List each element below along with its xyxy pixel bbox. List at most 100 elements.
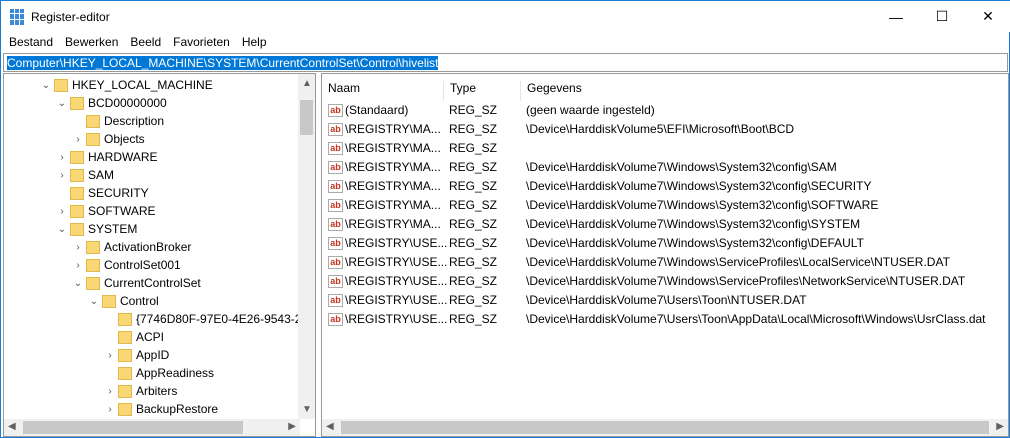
value-row[interactable]: ab \REGISTRY\MA... REG_SZ \Device\HarddiskV… — [322, 176, 1008, 195]
tree-item[interactable]: › BackupRestore — [104, 400, 218, 418]
tree-item[interactable]: ⌄ SYSTEM — [56, 220, 138, 238]
chevron-down-icon[interactable]: ⌄ — [56, 98, 68, 109]
chevron-right-icon[interactable]: › — [56, 170, 68, 181]
tree-horizontal-scrollbar[interactable]: ◀ ▶ — [4, 419, 300, 436]
value-type: REG_SZ — [449, 217, 498, 231]
value-row[interactable]: ab \REGISTRY\USE... REG_SZ \Device\Harddisk… — [322, 290, 1008, 309]
value-data: \Device\HarddiskVolume7\Windows\System32… — [526, 179, 872, 193]
value-data: \Device\HarddiskVolume7\Windows\System32… — [526, 217, 861, 231]
scroll-right-icon[interactable]: ▶ — [996, 421, 1004, 432]
value-row[interactable]: ab \REGISTRY\MA... REG_SZ \Device\HarddiskV… — [322, 195, 1008, 214]
minimize-button[interactable]: — — [873, 1, 919, 32]
column-gegevens[interactable]: Gegevens — [520, 81, 582, 101]
tree-item[interactable]: {7746D80F-97E0-4E26-9543-26B41FC22F79} — [104, 310, 315, 328]
value-data: \Device\HarddiskVolume7\Users\Toon\NTUSE… — [526, 293, 807, 307]
chevron-right-icon[interactable]: › — [56, 152, 68, 163]
tree-item[interactable]: AppReadiness — [104, 364, 214, 382]
menu-bar: Bestand Bewerken Beeld Favorieten Help — [1, 32, 1010, 52]
value-name: \REGISTRY\USE... — [345, 312, 448, 326]
chevron-down-icon[interactable]: ⌄ — [88, 296, 100, 307]
value-row[interactable]: ab \REGISTRY\MA... REG_SZ \Device\HarddiskV… — [322, 214, 1008, 233]
maximize-button[interactable]: ☐ — [919, 1, 965, 32]
value-row[interactable]: ab \REGISTRY\MA... REG_SZ \Device\HarddiskV… — [322, 119, 1008, 138]
value-row[interactable]: ab \REGISTRY\USE... REG_SZ \Device\Harddisk… — [322, 309, 1008, 328]
tree-item-label: HKEY_LOCAL_MACHINE — [72, 78, 213, 92]
chevron-right-icon[interactable]: › — [72, 260, 84, 271]
value-row[interactable]: ab \REGISTRY\USE... REG_SZ \Device\Harddisk… — [322, 252, 1008, 271]
chevron-right-icon[interactable]: › — [104, 386, 116, 397]
scroll-left-icon[interactable]: ◀ — [8, 421, 16, 432]
tree-item[interactable]: ⌄ CurrentControlSet — [72, 274, 201, 292]
tree-item[interactable]: › ControlSet001 — [72, 256, 180, 274]
tree-item-label: SECURITY — [88, 186, 149, 200]
folder-icon — [118, 366, 132, 380]
value-row[interactable]: ab (Standaard) REG_SZ (geen waarde ingestel… — [322, 100, 1008, 119]
value-name: (Standaard) — [345, 103, 409, 117]
menu-bestand[interactable]: Bestand — [3, 35, 59, 49]
tree-item[interactable]: ACPI — [104, 328, 164, 346]
chevron-right-icon[interactable]: › — [104, 350, 116, 361]
scroll-right-icon[interactable]: ▶ — [288, 421, 296, 432]
tree-item[interactable]: SECURITY — [56, 184, 149, 202]
scroll-down-icon[interactable]: ▼ — [302, 404, 312, 415]
chevron-right-icon[interactable]: › — [56, 206, 68, 217]
menu-help[interactable]: Help — [236, 35, 273, 49]
string-value-icon: ab — [328, 123, 343, 137]
tree-vertical-scrollbar[interactable]: ▲ ▼ — [298, 74, 315, 419]
chevron-right-icon[interactable]: › — [72, 242, 84, 253]
scroll-thumb[interactable] — [300, 100, 313, 135]
tree-item[interactable]: ⌄ Control — [88, 292, 159, 310]
scroll-up-icon[interactable]: ▲ — [302, 78, 312, 89]
value-data: \Device\HarddiskVolume7\Windows\ServiceP… — [526, 274, 966, 288]
string-value-icon: ab — [328, 104, 343, 118]
chevron-down-icon[interactable]: ⌄ — [40, 80, 52, 91]
chevron-right-icon[interactable]: › — [72, 134, 84, 145]
close-button[interactable]: ✕ — [965, 1, 1010, 32]
chevron-right-icon[interactable]: › — [104, 404, 116, 415]
column-naam[interactable]: Naam — [322, 81, 360, 101]
tree-item-label: AppID — [136, 348, 170, 362]
string-value-icon: ab — [328, 161, 343, 175]
folder-icon — [70, 222, 84, 236]
tree-item[interactable]: ⌄ HKEY_LOCAL_MACHINE — [40, 76, 213, 94]
value-data: \Device\HarddiskVolume7\Windows\ServiceP… — [526, 255, 950, 269]
tree-item[interactable]: › ActivationBroker — [72, 238, 191, 256]
value-row[interactable]: ab \REGISTRY\MA... REG_SZ — [322, 138, 1008, 157]
tree-item-label: SYSTEM — [88, 222, 138, 236]
value-row[interactable]: ab \REGISTRY\MA... REG_SZ \Device\HarddiskV… — [322, 157, 1008, 176]
string-value-icon: ab — [328, 313, 343, 327]
tree-item[interactable]: › Arbiters — [104, 382, 177, 400]
menu-bewerken[interactable]: Bewerken — [59, 35, 124, 49]
folder-icon — [70, 96, 84, 110]
tree-item[interactable]: Description — [72, 112, 164, 130]
tree-item[interactable]: › SAM — [56, 166, 114, 184]
tree-item[interactable]: › HARDWARE — [56, 148, 157, 166]
tree-item-label: SAM — [88, 168, 115, 182]
scroll-thumb[interactable] — [341, 421, 989, 434]
address-bar[interactable]: Computer\HKEY_LOCAL_MACHINE\SYSTEM\Curre… — [3, 53, 1008, 72]
value-name: \REGISTRY\MA... — [345, 217, 441, 231]
value-data: \Device\HarddiskVolume7\Users\Toon\AppDa… — [526, 312, 986, 326]
list-horizontal-scrollbar[interactable]: ◀ ▶ — [322, 419, 1008, 436]
value-name: \REGISTRY\MA... — [345, 198, 441, 212]
tree-item-label: ActivationBroker — [104, 240, 192, 254]
value-data: \Device\HarddiskVolume7\Windows\System32… — [526, 236, 864, 250]
scroll-left-icon[interactable]: ◀ — [326, 421, 334, 432]
string-value-icon: ab — [328, 275, 343, 289]
scroll-thumb[interactable] — [23, 421, 243, 434]
value-row[interactable]: ab \REGISTRY\USE... REG_SZ \Device\Harddisk… — [322, 271, 1008, 290]
column-type[interactable]: Type — [443, 81, 476, 101]
value-name: \REGISTRY\USE... — [345, 236, 448, 250]
menu-favorieten[interactable]: Favorieten — [167, 35, 236, 49]
folder-icon — [70, 168, 84, 182]
menu-beeld[interactable]: Beeld — [124, 35, 167, 49]
regedit-app-icon — [10, 8, 26, 25]
tree-item[interactable]: › Objects — [72, 130, 144, 148]
tree-item[interactable]: › SOFTWARE — [56, 202, 155, 220]
value-data: \Device\HarddiskVolume7\Windows\System32… — [526, 160, 837, 174]
value-row[interactable]: ab \REGISTRY\USE... REG_SZ \Device\Harddisk… — [322, 233, 1008, 252]
tree-item[interactable]: › AppID — [104, 346, 169, 364]
tree-item[interactable]: ⌄ BCD00000000 — [56, 94, 167, 112]
chevron-down-icon[interactable]: ⌄ — [72, 278, 84, 289]
chevron-down-icon[interactable]: ⌄ — [56, 224, 68, 235]
